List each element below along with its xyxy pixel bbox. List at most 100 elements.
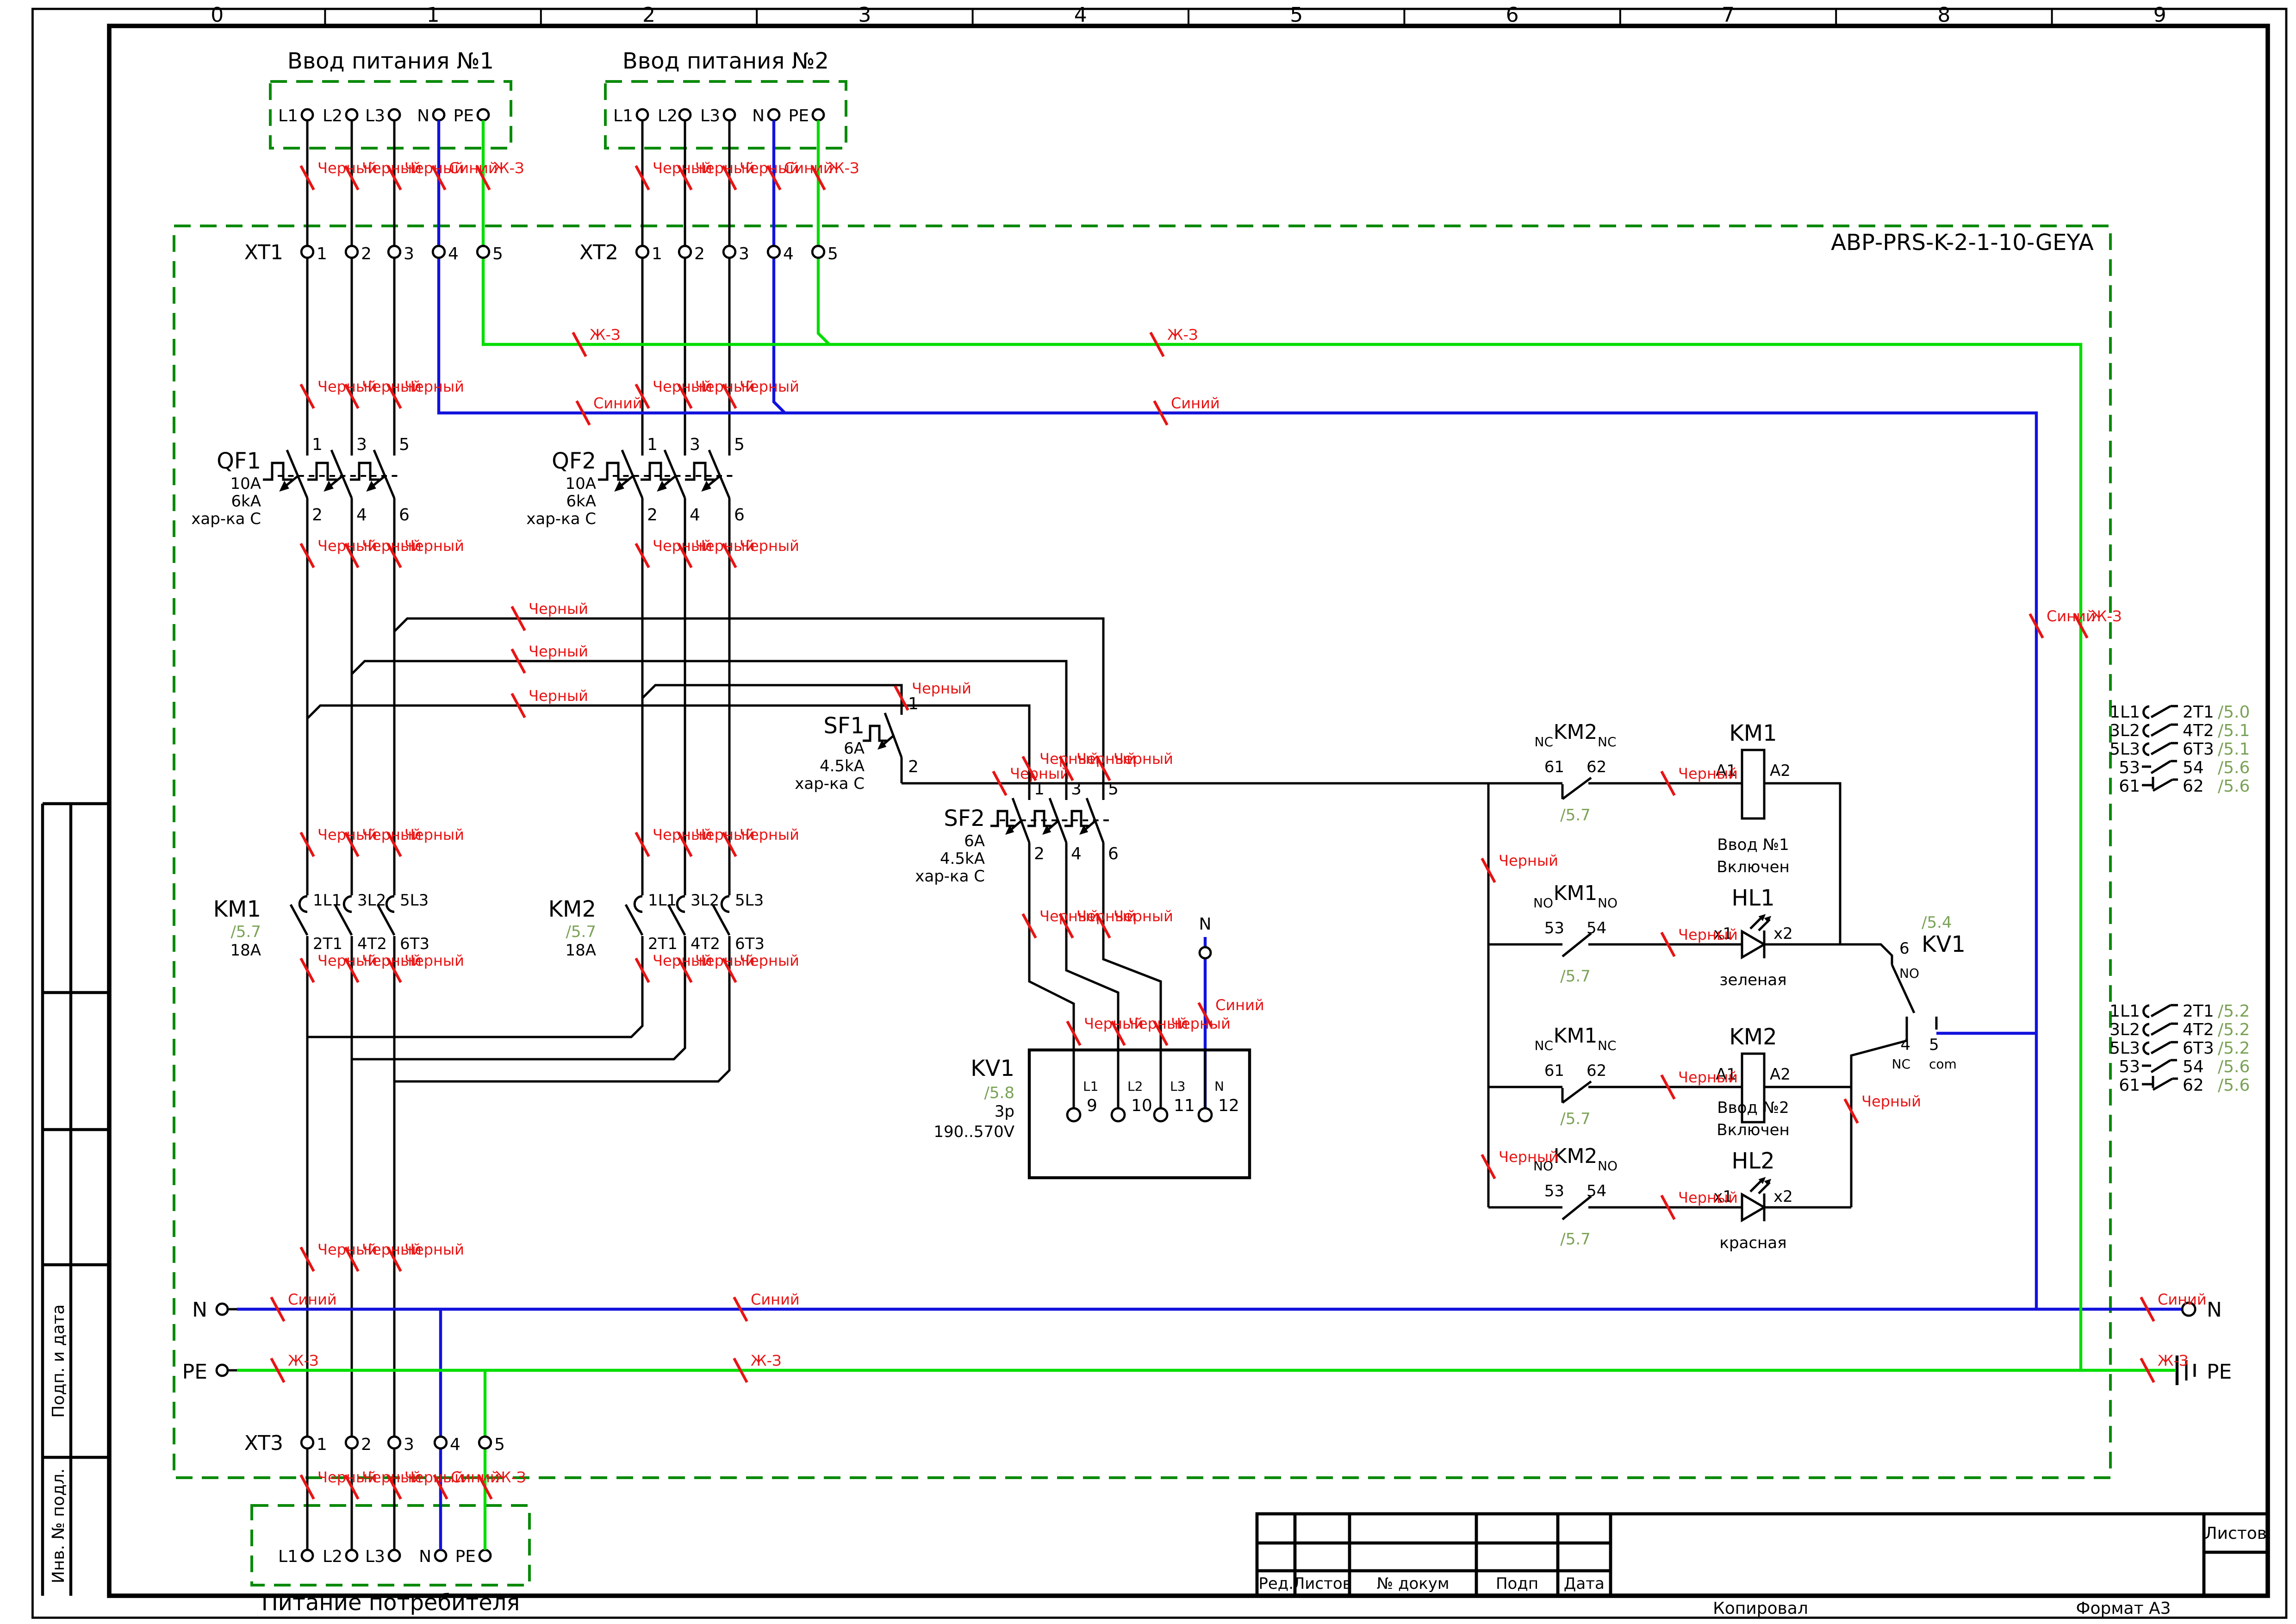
kv1-L3: L3 <box>1170 1079 1185 1094</box>
wire-color-label: Черный <box>529 643 588 660</box>
wire-color-label: Синий <box>751 1291 800 1308</box>
km2-nc-right: NC <box>1598 734 1617 750</box>
wire-color-label: Ж-З <box>1167 326 1198 344</box>
sf2-t6: 6 <box>1108 844 1119 863</box>
xref-cell: 3L2 <box>2109 721 2140 740</box>
schematic-sheet: 0 1 2 3 4 5 6 7 8 9 Подп. и дата Инв. № … <box>31 3 2288 1619</box>
km2-coil-a2: A2 <box>1770 1065 1791 1084</box>
qf2-breaking: 6kA <box>566 492 596 511</box>
xt3-2: 2 <box>361 1435 372 1454</box>
xref-cell: 62 <box>2183 1076 2204 1095</box>
wire-color-label: Черный <box>1114 907 1173 925</box>
xt3-3: 3 <box>404 1435 414 1454</box>
xt2-5: 5 <box>828 244 838 263</box>
hl1-caption-2: Включен <box>1717 858 1789 876</box>
km1-3L2: 3L2 <box>357 891 386 910</box>
km2-1L1: 1L1 <box>648 891 677 910</box>
km1-5L3: 5L3 <box>400 891 429 910</box>
kv1-changeover-contact: /5.4 KV1 6 NO 4 NC 5 com <box>1891 913 1966 1072</box>
wire-color-label: Черный <box>740 537 799 555</box>
column-ruler: 0 1 2 3 4 5 6 7 8 9 <box>211 3 2166 27</box>
xref-cell: 61 <box>2119 777 2140 796</box>
sf1-ref: SF1 <box>823 713 865 739</box>
km2-sheet-ref: /5.7 <box>566 923 596 941</box>
breaker-qf1: 1 3 5 2 4 6 QF1 10A 6kA хар-ка C <box>191 435 410 528</box>
kv1-contact-sheet: /5.4 <box>1922 913 1952 932</box>
xref-sheet: /5.6 <box>2218 777 2250 796</box>
xt1-3: 3 <box>404 244 414 263</box>
xref-cell: 53 <box>2119 758 2140 777</box>
wire-color-label: Синий <box>593 394 642 412</box>
enclosure-label: АВР-PRS-K-2-1-10-GEYA <box>1831 230 2094 256</box>
ruler-col-2: 2 <box>642 3 655 27</box>
km1-nc-right: NC <box>1598 1038 1617 1053</box>
xref-sheet: /5.1 <box>2218 721 2250 740</box>
wire-color-label: Черный <box>529 600 588 618</box>
sf1-t2: 2 <box>908 757 919 776</box>
xref-cell: 6T3 <box>2183 1039 2214 1058</box>
input1-L3: L3 <box>365 106 385 125</box>
consumer-L1: L1 <box>278 1547 298 1566</box>
stamp-podp-i-data: Подп. и дата <box>49 1304 68 1418</box>
xref-cell: 61 <box>2119 1076 2140 1095</box>
kv1-L1: L1 <box>1083 1079 1098 1094</box>
consumer-N: N <box>419 1547 431 1566</box>
km2-no-ref: KM2 <box>1554 1144 1598 1168</box>
kv1-sheet-ref: /5.8 <box>984 1084 1014 1102</box>
kv1-N: N <box>1214 1079 1224 1094</box>
wire-color-label: Ж-З <box>2091 607 2122 625</box>
xt2-4: 4 <box>783 244 794 263</box>
hl2-ref: HL2 <box>1731 1148 1774 1174</box>
km2-2T1: 2T1 <box>648 935 678 953</box>
qf2-t3: 3 <box>690 435 700 454</box>
input2-title: Ввод питания №2 <box>622 48 829 74</box>
input1-N: N <box>417 106 429 125</box>
km1-sheet-ref: /5.7 <box>230 923 261 941</box>
wire-color-mark: Черный <box>1843 1093 1921 1124</box>
km1-4T2: 4T2 <box>357 935 387 953</box>
wire-color-label: Черный <box>404 537 464 555</box>
ruler-col-9: 9 <box>2153 3 2166 27</box>
xref-cell: 3L2 <box>2109 1020 2140 1039</box>
wire-color-label: Ж-З <box>288 1352 319 1369</box>
wire-color-label: Синий <box>2158 1291 2207 1308</box>
qf2-t4: 4 <box>690 506 700 525</box>
consumer-title: Питание потребителя <box>261 1590 520 1616</box>
wire-color-label: Черный <box>404 378 464 395</box>
km2-nc-62: 62 <box>1587 758 1606 776</box>
wire-color-mark: Черный <box>1660 765 1738 796</box>
xref-cell: 54 <box>2183 1057 2204 1076</box>
consumer-PE: PE <box>455 1547 476 1566</box>
wire-color-mark: Ж-З <box>2140 1352 2189 1383</box>
ruler-col-5: 5 <box>1290 3 1303 27</box>
xt3-5: 5 <box>494 1435 505 1454</box>
wire-color-label: Ж-З <box>828 159 859 177</box>
tb-listov-right: Листов <box>2205 1524 2267 1543</box>
qf1-ref: QF1 <box>217 448 261 474</box>
xref-cell: 4T2 <box>2183 721 2214 740</box>
sf2-t1: 1 <box>1034 780 1045 799</box>
sf2-breaking: 4.5kA <box>940 849 985 868</box>
wire-color-label: Синий <box>288 1291 337 1308</box>
wire-color-label: Черный <box>1499 1148 1558 1166</box>
km1-nc-61: 61 <box>1544 1062 1564 1080</box>
xt2-2: 2 <box>694 244 705 263</box>
km1-1L1: 1L1 <box>313 891 342 910</box>
pe-bus-label-right: PE <box>2207 1360 2232 1384</box>
km1-coil-ref: KM1 <box>1729 720 1777 746</box>
terminal-block-xt3: XT3 1 2 3 4 5 <box>244 1431 505 1455</box>
wire-color-mark: Ж-З <box>270 1352 319 1383</box>
xt3-ref: XT3 <box>244 1431 283 1455</box>
wire-color-mark: Черный <box>992 765 1070 796</box>
wire-color-label: Черный <box>740 826 799 843</box>
wire-color-label: Черный <box>529 687 588 705</box>
xref-km2: 1L1 2T1 /5.2 3L2 4T2 /5.2 5L3 6T3 /5.2 5… <box>2109 1002 2250 1095</box>
wire-color-label: Ж-З <box>495 1468 526 1486</box>
kv1-11: 11 <box>1174 1096 1195 1115</box>
wire-color-mark: Черный <box>510 600 588 631</box>
xref-cell: 53 <box>2119 1057 2140 1076</box>
kv1-range: 190..570V <box>933 1123 1014 1141</box>
xref-sheet: /5.6 <box>2218 758 2250 777</box>
wire-color-mark: Синий <box>270 1291 337 1322</box>
input2-L2: L2 <box>658 106 678 125</box>
